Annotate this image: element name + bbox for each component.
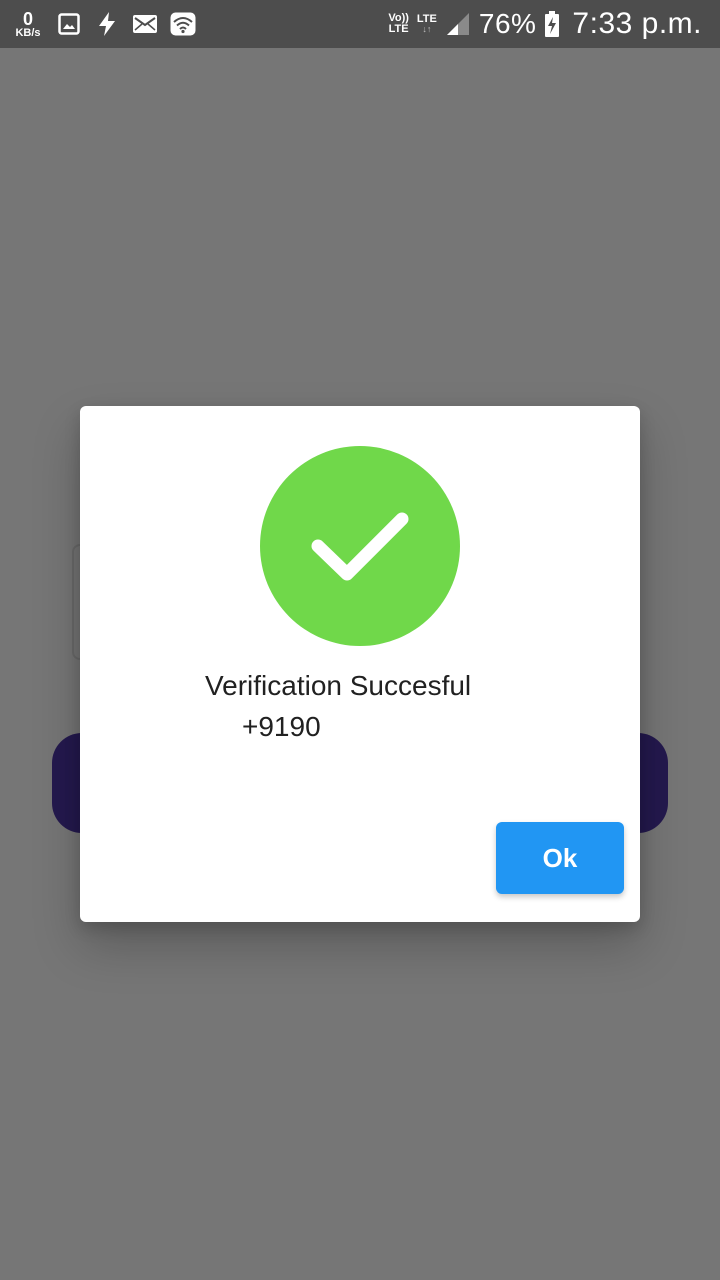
network-speed-indicator: 0 KB/s <box>12 10 44 39</box>
ok-button[interactable]: Ok <box>496 822 624 894</box>
dialog-title: Verification Succesful <box>205 670 472 701</box>
battery-charging-icon <box>544 11 560 37</box>
status-bar-right: Vo)) LTE LTE ↓↑ 76% 7:33 p.m. <box>388 7 702 40</box>
status-bar-left: 0 KB/s <box>12 8 196 40</box>
volte-indicator: Vo)) LTE <box>388 13 409 35</box>
check-circle-icon <box>260 446 460 646</box>
mail-icon <box>132 11 158 37</box>
verified-phone-number: +9190 <box>242 711 321 742</box>
wifi-icon <box>170 11 196 37</box>
status-bar: 0 KB/s Vo)) LTE LTE ↓↑ 76% 7:33 p.m. <box>0 0 720 48</box>
verification-dialog: Verification Succesful +9190 Ok <box>80 406 640 922</box>
network-speed-value: 0 <box>22 8 33 29</box>
flash-icon <box>94 11 120 37</box>
volte-bottom-label: LTE <box>388 23 409 35</box>
clock: 7:33 p.m. <box>572 7 702 40</box>
gallery-icon <box>56 11 82 37</box>
signal-strength-icon <box>445 11 471 37</box>
lte-indicator: LTE ↓↑ <box>417 14 437 34</box>
battery-percent: 76% <box>478 8 537 39</box>
network-speed-unit: KB/s <box>15 26 41 39</box>
lte-arrows: ↓↑ <box>422 24 432 34</box>
